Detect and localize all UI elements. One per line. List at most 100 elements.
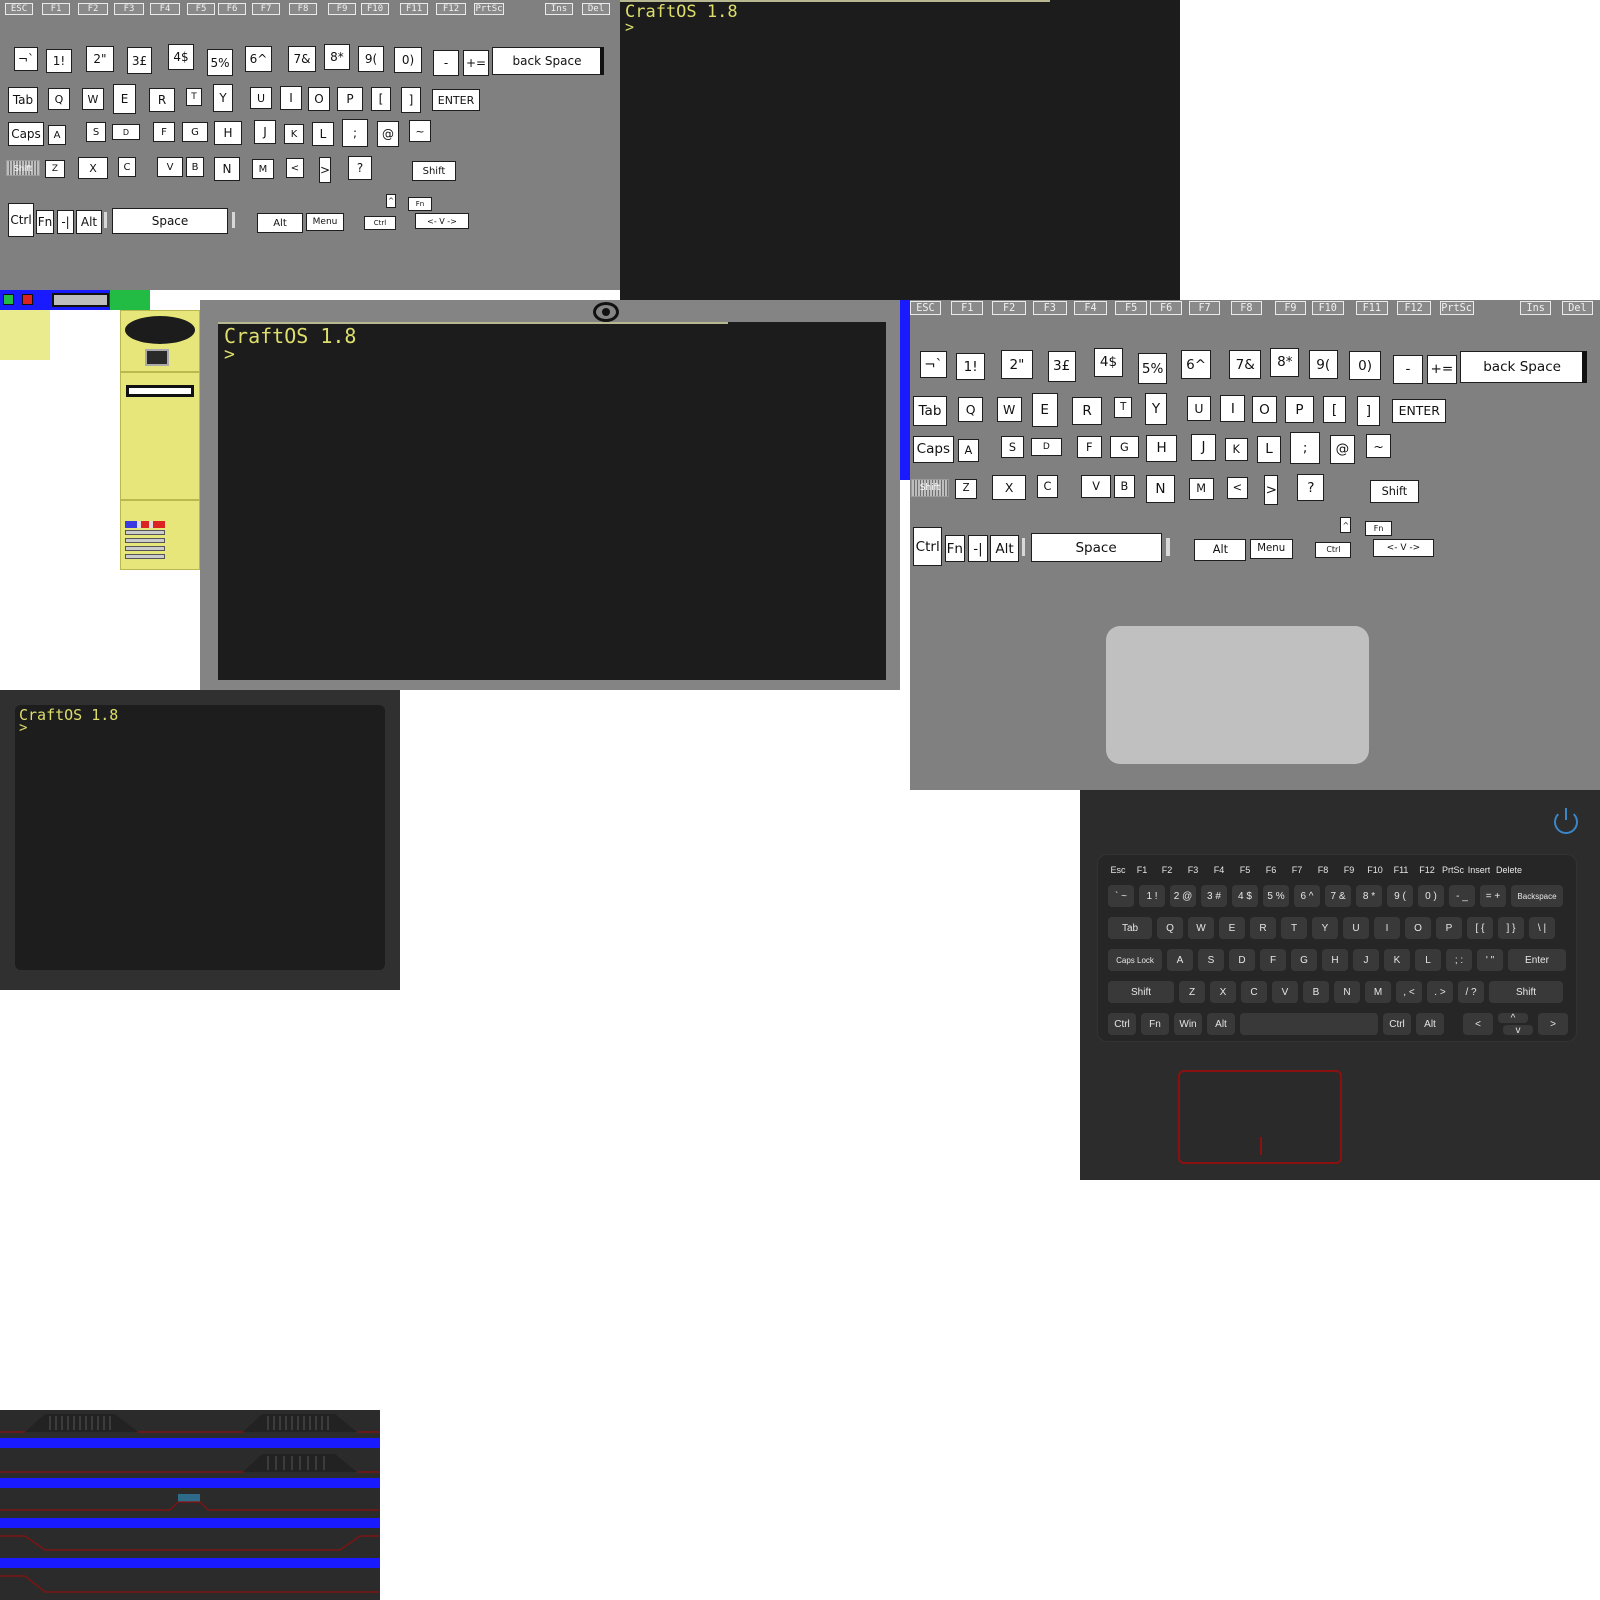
dark-key-symbol[interactable]: . > xyxy=(1427,981,1453,1003)
key-l[interactable]: L xyxy=(1256,435,1282,463)
key-4[interactable]: 4$ xyxy=(1093,347,1124,378)
key-alt[interactable]: Alt xyxy=(1194,538,1247,562)
dark-key-f6[interactable]: F6 xyxy=(1260,862,1282,877)
dark-key-symbol[interactable]: \ | xyxy=(1529,917,1555,939)
dark-key-f1[interactable]: F1 xyxy=(1132,862,1152,877)
key-5[interactable]: 5% xyxy=(207,49,233,76)
fkey-f8[interactable]: F8 xyxy=(1230,301,1263,315)
dark-key-w[interactable]: W xyxy=(1188,917,1214,939)
eye-icon[interactable] xyxy=(593,302,619,322)
key-m[interactable]: M xyxy=(252,159,274,179)
key-6[interactable]: 6^ xyxy=(1180,349,1212,380)
dark-key-x[interactable]: X xyxy=(1210,981,1236,1003)
dark-key-6[interactable]: 6 ^ xyxy=(1294,885,1320,907)
key-o[interactable]: O xyxy=(308,87,330,111)
key-c[interactable]: C xyxy=(1037,475,1058,498)
dark-key-alt[interactable]: Alt xyxy=(1416,1013,1444,1035)
key-symbol[interactable]: ¬` xyxy=(919,351,947,379)
dark-key-f7[interactable]: F7 xyxy=(1286,862,1308,877)
key-tab[interactable]: Tab xyxy=(8,87,38,113)
dark-key-k[interactable]: K xyxy=(1384,949,1410,971)
fkey-f2[interactable]: F2 xyxy=(992,301,1027,315)
key-symbol[interactable]: ] xyxy=(401,87,421,113)
key-f[interactable]: F xyxy=(1076,435,1102,459)
key-s[interactable]: S xyxy=(86,122,106,142)
key-symbol[interactable]: -| xyxy=(57,210,74,234)
dark-key-prtsc[interactable]: PrtSc xyxy=(1442,862,1464,877)
dark-key-t[interactable]: T xyxy=(1281,917,1307,939)
key-m[interactable]: M xyxy=(1188,477,1214,501)
key-q[interactable]: Q xyxy=(958,397,984,423)
fkey-del[interactable]: Del xyxy=(1561,301,1594,315)
dark-key-v[interactable]: v xyxy=(1503,1025,1533,1035)
key-caps[interactable]: Caps xyxy=(913,435,954,463)
dark-key-s[interactable]: S xyxy=(1198,949,1224,971)
dark-key-ctrl[interactable]: Ctrl xyxy=(1383,1013,1411,1035)
key-ctrl[interactable]: Ctrl xyxy=(8,203,34,237)
key-symbol[interactable]: @ xyxy=(1330,434,1355,465)
key-ctrl[interactable]: Ctrl xyxy=(1315,542,1352,558)
computer-case[interactable] xyxy=(120,310,200,570)
key-symbol[interactable]: ~ xyxy=(409,120,431,142)
key-o[interactable]: O xyxy=(1252,396,1277,424)
fkey-f3[interactable]: F3 xyxy=(114,3,144,15)
key-symbol[interactable]: += xyxy=(1427,354,1457,384)
fkey-del[interactable]: Del xyxy=(582,3,610,15)
key-x[interactable]: X xyxy=(78,157,108,179)
dark-key-ctrl[interactable]: Ctrl xyxy=(1108,1013,1136,1035)
key-alt[interactable]: Alt xyxy=(989,535,1020,563)
key-fn[interactable]: Fn xyxy=(1365,520,1393,537)
key-1[interactable]: 1! xyxy=(46,49,72,73)
trackpad-dark[interactable] xyxy=(1178,1070,1342,1164)
key-6[interactable]: 6^ xyxy=(245,46,272,72)
dark-key-fn[interactable]: Fn xyxy=(1141,1013,1169,1035)
fkey-ins[interactable]: Ins xyxy=(545,3,573,15)
power-icon[interactable] xyxy=(1554,808,1578,834)
dark-key-r[interactable]: R xyxy=(1250,917,1276,939)
dark-key-g[interactable]: G xyxy=(1291,949,1317,971)
key-symbol[interactable]: ¬` xyxy=(14,47,38,71)
key-j[interactable]: J xyxy=(1191,433,1216,461)
fkey-f4[interactable]: F4 xyxy=(1073,301,1108,315)
drive-slot[interactable] xyxy=(126,385,194,397)
key-fn[interactable]: Fn xyxy=(944,535,965,563)
dark-key-esc[interactable]: Esc xyxy=(1108,862,1128,877)
key-caps[interactable]: Caps xyxy=(8,122,44,146)
key-i[interactable]: I xyxy=(280,86,302,110)
dark-key-symbol[interactable]: [ { xyxy=(1467,917,1493,939)
key-back-space[interactable]: back Space xyxy=(1459,351,1585,383)
key-back-space[interactable]: back Space xyxy=(492,47,602,75)
key-e[interactable]: E xyxy=(113,84,136,114)
fkey-f1[interactable]: F1 xyxy=(951,301,984,315)
fkey-f7[interactable]: F7 xyxy=(252,3,280,15)
dark-key-backspace[interactable]: Backspace xyxy=(1511,885,1563,907)
space-key[interactable] xyxy=(1240,1013,1378,1035)
fkey-f12[interactable]: F12 xyxy=(1396,301,1431,315)
key-v[interactable]: V xyxy=(1081,475,1111,498)
key-symbol[interactable]: ~ xyxy=(1366,433,1392,459)
key-shift[interactable]: Shift xyxy=(1369,479,1420,503)
fkey-ins[interactable]: Ins xyxy=(1519,301,1552,315)
dark-key-delete[interactable]: Delete xyxy=(1494,862,1524,877)
dark-key-0[interactable]: 0 ) xyxy=(1418,885,1444,907)
key-symbol[interactable]: [ xyxy=(371,87,391,111)
dark-key-2[interactable]: 2 @ xyxy=(1170,885,1196,907)
key-s[interactable]: S xyxy=(1001,435,1024,459)
key-p[interactable]: P xyxy=(337,87,363,111)
key-n[interactable]: N xyxy=(214,157,240,181)
dark-key-l[interactable]: L xyxy=(1415,949,1441,971)
key-y[interactable]: Y xyxy=(213,84,233,112)
fkey-esc[interactable]: ESC xyxy=(5,3,33,15)
dark-key-f2[interactable]: F2 xyxy=(1156,862,1178,877)
dark-key-symbol[interactable]: ; : xyxy=(1446,949,1472,971)
key-enter[interactable]: ENTER xyxy=(1392,398,1447,424)
key-f[interactable]: F xyxy=(153,122,175,142)
dark-key-z[interactable]: Z xyxy=(1179,981,1205,1003)
key-alt[interactable]: Alt xyxy=(257,213,303,233)
fkey-f12[interactable]: F12 xyxy=(436,3,466,15)
key-r[interactable]: R xyxy=(149,88,175,112)
dark-key-m[interactable]: M xyxy=(1365,981,1391,1003)
key-enter[interactable]: ENTER xyxy=(432,89,480,111)
dark-key-f12[interactable]: F12 xyxy=(1416,862,1438,877)
dark-key-e[interactable]: E xyxy=(1219,917,1245,939)
